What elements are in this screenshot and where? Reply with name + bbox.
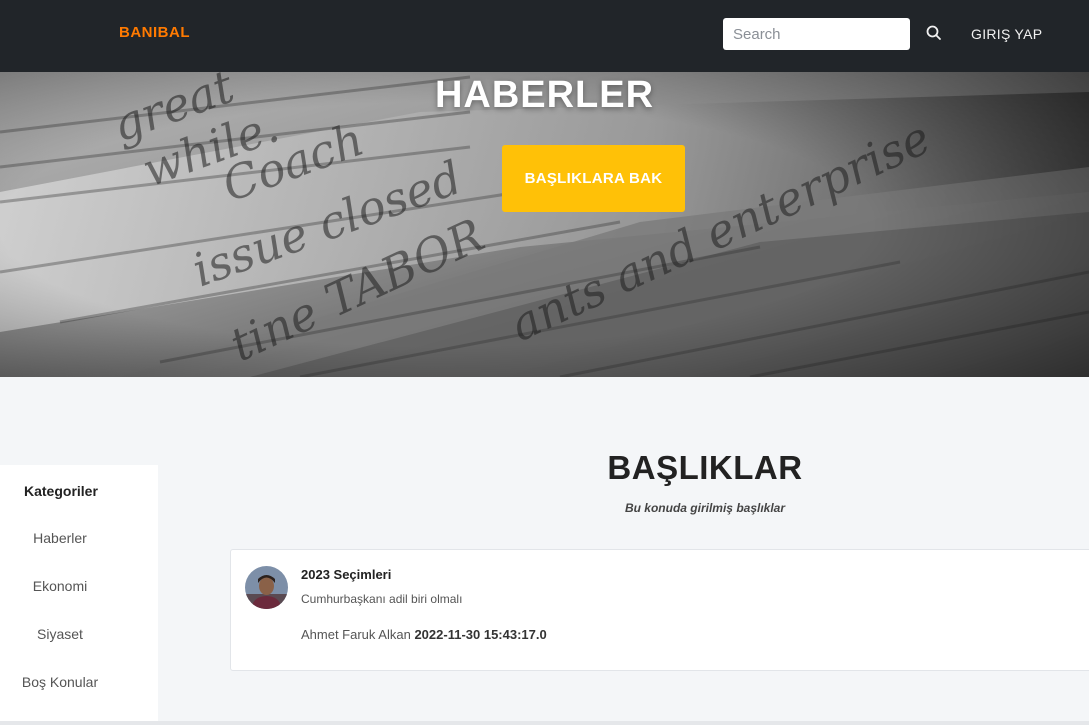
topic-date: 2022-11-30 15:43:17.0 — [414, 627, 547, 642]
sidebar-item-ekonomi[interactable]: Ekonomi — [0, 578, 120, 594]
topic-author: Ahmet Faruk Alkan — [301, 627, 411, 642]
category-sidebar: Kategoriler Haberler Ekonomi Siyaset Boş… — [0, 465, 158, 725]
sidebar-item-haberler[interactable]: Haberler — [0, 530, 120, 546]
view-topics-button[interactable]: BAŞLIKLARA BAK — [502, 145, 685, 212]
sidebar-title: Kategoriler — [24, 483, 98, 499]
search-input[interactable] — [723, 18, 910, 50]
avatar — [245, 566, 288, 609]
login-link[interactable]: GIRIŞ YAP — [971, 26, 1042, 42]
brand-logo[interactable]: BANIBAL — [119, 24, 190, 41]
topic-meta: Ahmet Faruk Alkan 2022-11-30 15:43:17.0 — [301, 627, 547, 642]
page-bottom-divider — [0, 721, 1089, 725]
topic-title[interactable]: 2023 Seçimleri — [301, 567, 391, 582]
topic-card[interactable]: 2023 Seçimleri Cumhurbaşkanı adil biri o… — [230, 549, 1089, 671]
newspaper-background-image: great while. Coach issue closed tine TAB… — [0, 72, 1089, 377]
section-title: BAŞLIKLAR — [607, 449, 803, 486]
section-subtitle: Bu konuda girilmiş başlıklar — [624, 501, 786, 515]
search-icon[interactable] — [925, 24, 943, 42]
hero-banner: great while. Coach issue closed tine TAB… — [0, 72, 1089, 377]
sidebar-item-bos-konular[interactable]: Boş Konular — [0, 674, 120, 690]
topic-body: Cumhurbaşkanı adil biri olmalı — [301, 592, 463, 606]
hero-title: HABERLER — [434, 74, 655, 116]
sidebar-item-siyaset[interactable]: Siyaset — [0, 626, 120, 642]
navbar: BANIBAL GIRIŞ YAP — [0, 0, 1089, 72]
